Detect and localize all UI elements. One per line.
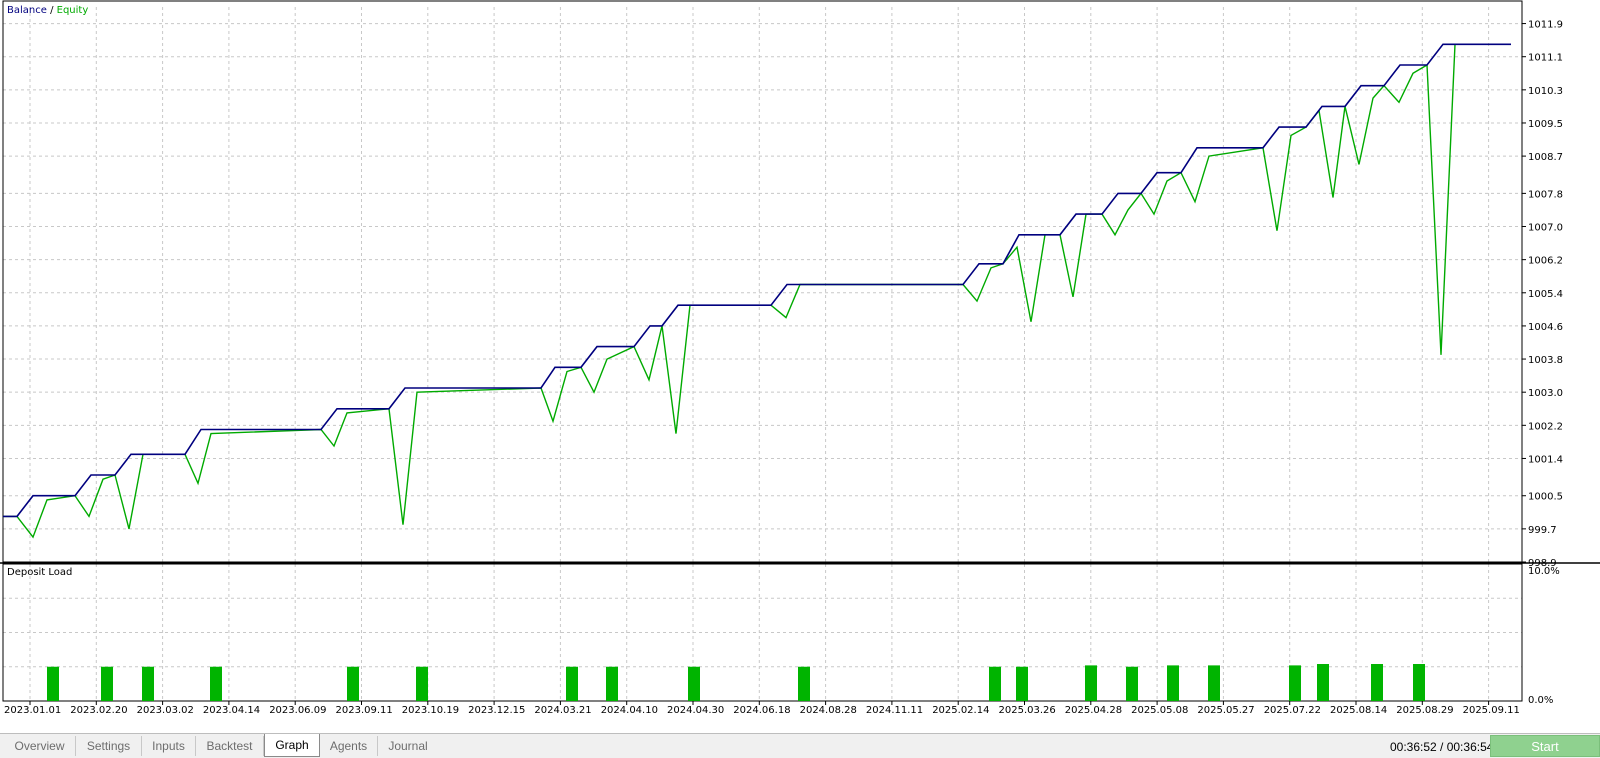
y-tick-label: 1003.8 [1528,355,1563,366]
start-button[interactable]: Start [1490,735,1600,757]
y-tick-label: 1004.6 [1528,322,1563,333]
deposit-load-title: Deposit Load [7,567,72,578]
x-tick-label: 2025.05.08 [1131,705,1188,716]
elapsed-timer: 00:36:52 / 00:36:54 [1390,740,1494,754]
x-tick-label: 2024.08.28 [800,705,857,716]
chart-legend: Balance / Equity [7,5,88,16]
deposit-load-bar [1126,666,1138,701]
x-tick-label: 2023.01.01 [4,705,61,716]
x-tick-label: 2024.06.18 [733,705,790,716]
y-tick-label: 1006.2 [1528,256,1563,267]
deposit-load-bar [1289,665,1301,701]
sub-y-tick-label: 10.0% [1528,566,1560,577]
deposit-load-bar [416,666,428,701]
y-tick-label: 1005.4 [1528,289,1563,300]
y-tick-label: 1010.3 [1528,86,1563,97]
sub-y-tick-label: 0.0% [1528,695,1553,706]
deposit-load-bar [1317,664,1329,701]
legend-separator: / [47,5,57,16]
x-tick-label: 2023.02.20 [70,705,127,716]
deposit-load-bar [47,666,59,701]
legend-balance: Balance [7,5,47,16]
deposit-load-bar [989,666,1001,701]
deposit-load-bar [688,666,700,701]
legend-equity: Equity [57,5,89,16]
tab-journal[interactable]: Journal [378,736,438,756]
x-tick-label: 2023.09.11 [336,705,393,716]
deposit-load-bar [606,666,618,701]
deposit-load-bar [142,666,154,701]
deposit-load-bar [210,666,222,701]
chart-frames [0,0,1600,705]
tab-graph[interactable]: Graph [264,734,320,757]
deposit-load-bar [566,666,578,701]
deposit-load-bar [1085,665,1097,701]
x-tick-label: 2024.11.11 [866,705,923,716]
x-tick-label: 2025.04.28 [1065,705,1122,716]
x-tick-label: 2025.07.22 [1264,705,1321,716]
y-tick-label: 1000.5 [1528,492,1563,503]
tab-settings[interactable]: Settings [76,736,142,756]
deposit-load-bar [1413,664,1425,701]
x-tick-label: 2023.03.02 [137,705,194,716]
y-tick-label: 1009.5 [1528,119,1563,130]
main-chart-frame [2,0,1523,563]
x-tick-label: 2023.06.09 [269,705,326,716]
deposit-load-bar [798,666,810,701]
deposit-load-bar [1167,665,1179,701]
tab-inputs[interactable]: Inputs [142,736,196,756]
y-tick-label: 1001.4 [1528,454,1563,465]
y-tick-label: 1007.0 [1528,223,1563,234]
tab-backtest[interactable]: Backtest [196,736,264,756]
tab-agents[interactable]: Agents [320,736,378,756]
x-tick-label: 2025.09.11 [1463,705,1520,716]
x-tick-label: 2025.03.26 [999,705,1056,716]
deposit-load-bar [347,666,359,701]
x-tick-label: 2024.03.21 [534,705,591,716]
y-tick-label: 1011.9 [1528,20,1563,31]
x-axis-ticks: 2023.01.01 2023.02.20 2023.03.02 2023.04.14… [4,705,1520,716]
tab-bar: Overview Settings Inputs Backtest Graph … [0,733,1600,758]
deposit-load-bar [1016,666,1028,701]
x-tick-label: 2023.10.19 [402,705,459,716]
x-tick-label: 2024.04.10 [601,705,658,716]
y-tick-label: 1011.1 [1528,53,1563,64]
deposit-load-bars [47,664,1425,701]
y-axis-ticks: 1011.9 1011.1 1010.3 1009.5 1008.7 1007.8 1007… [1522,20,1563,706]
y-tick-label: 1007.8 [1528,189,1563,200]
x-tick-label: 2025.08.14 [1330,705,1387,716]
x-tick-label: 2025.05.27 [1197,705,1254,716]
y-tick-label: 1002.2 [1528,421,1563,432]
x-tick-label: 2023.04.14 [203,705,260,716]
x-tick-label: 2025.02.14 [932,705,989,716]
x-tick-label: 2025.08.29 [1396,705,1453,716]
x-tick-label: 2024.04.30 [667,705,724,716]
x-tick-label: 2023.12.15 [468,705,525,716]
y-tick-label: 1003.0 [1528,388,1563,399]
deposit-load-bar [1371,664,1383,701]
chart-area: 1011.9 1011.1 1010.3 1009.5 1008.7 1007.8 1007… [0,0,1600,716]
tab-overview[interactable]: Overview [4,736,76,756]
deposit-load-bar [101,666,113,701]
deposit-load-bar [1208,665,1220,701]
main-chart-grid [3,7,1522,563]
y-tick-label: 999.7 [1528,525,1557,536]
y-tick-label: 1008.7 [1528,152,1563,163]
